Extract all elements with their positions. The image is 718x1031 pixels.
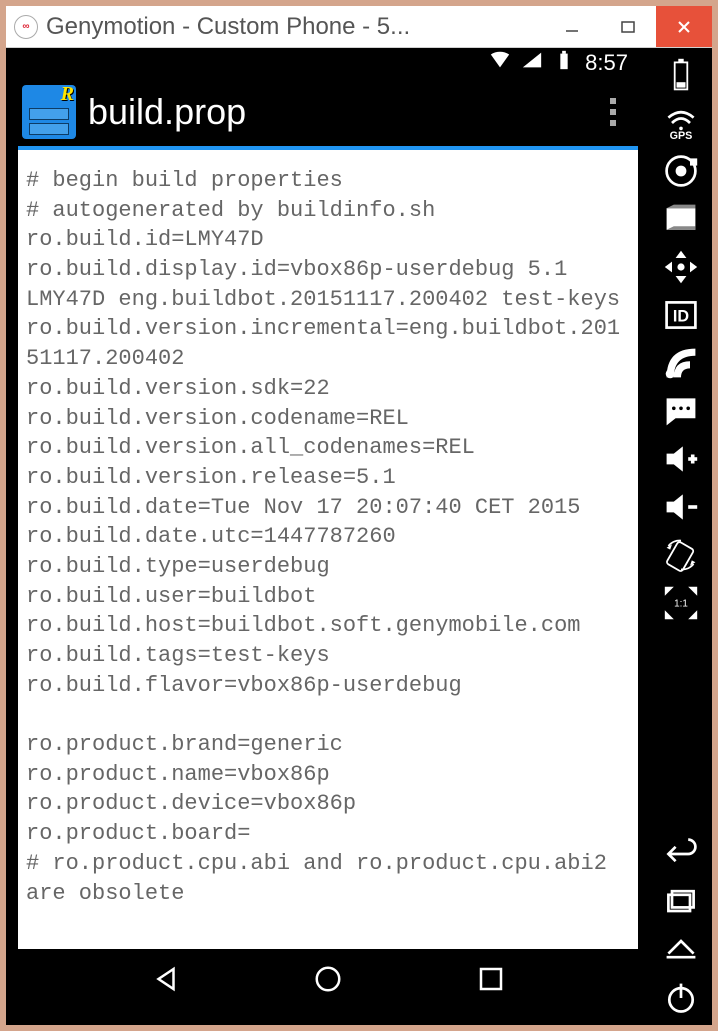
sidebar-pixel-perfect-button[interactable]: 1:1 <box>657 582 705 624</box>
device-screen: 8:57 build.prop # begin build properties… <box>6 48 650 1025</box>
window-titlebar: ∞ Genymotion - Custom Phone - 5... <box>6 6 712 48</box>
overflow-menu-button[interactable] <box>598 98 628 126</box>
sidebar-rotate-button[interactable] <box>657 534 705 576</box>
sidebar-volume-down-button[interactable] <box>657 486 705 528</box>
sidebar-volume-up-button[interactable] <box>657 438 705 480</box>
clock-text: 8:57 <box>585 50 628 76</box>
battery-icon <box>553 49 575 77</box>
app-logo-icon: ∞ <box>14 15 38 39</box>
sidebar-camera-button[interactable] <box>657 150 705 192</box>
sidebar-back-button[interactable] <box>657 833 705 875</box>
signal-icon <box>521 49 543 77</box>
wifi-icon <box>489 49 511 77</box>
sidebar-gps-button[interactable]: GPS <box>657 102 705 144</box>
android-navbar <box>18 949 638 1013</box>
app-actionbar: build.prop <box>18 78 638 150</box>
svg-text:ID: ID <box>673 307 689 325</box>
sidebar-identifier-button[interactable]: ID <box>657 294 705 336</box>
genymotion-sidebar: GPS ID <box>650 48 712 1025</box>
home-button[interactable] <box>313 964 343 999</box>
sidebar-sms-button[interactable] <box>657 390 705 432</box>
svg-text:1:1: 1:1 <box>674 599 688 610</box>
close-button[interactable] <box>656 6 712 47</box>
maximize-button[interactable] <box>600 6 656 47</box>
android-statusbar: 8:57 <box>18 48 638 78</box>
window-title: Genymotion - Custom Phone - 5... <box>46 13 544 41</box>
sidebar-battery-button[interactable] <box>657 54 705 96</box>
app-icon <box>22 85 76 139</box>
sidebar-screencast-button[interactable] <box>657 198 705 240</box>
svg-text:GPS: GPS <box>670 130 693 141</box>
sidebar-recents-button[interactable] <box>657 881 705 923</box>
sidebar-home-button[interactable] <box>657 929 705 971</box>
minimize-button[interactable] <box>544 6 600 47</box>
recents-button[interactable] <box>476 964 506 999</box>
sidebar-network-button[interactable] <box>657 342 705 384</box>
sidebar-power-button[interactable] <box>657 977 705 1019</box>
back-button[interactable] <box>151 964 181 999</box>
page-title: build.prop <box>88 91 598 133</box>
file-content-view[interactable]: # begin build properties # autogenerated… <box>18 150 638 949</box>
sidebar-remote-button[interactable] <box>657 246 705 288</box>
